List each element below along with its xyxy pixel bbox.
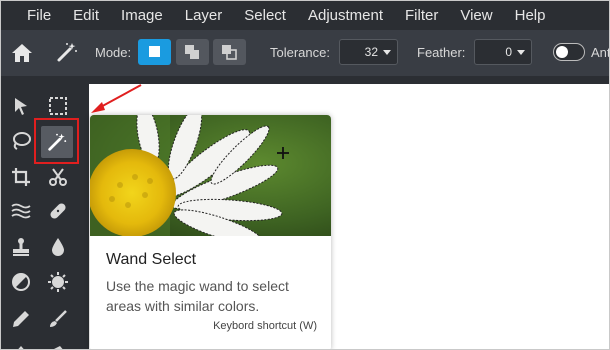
shape-icon xyxy=(18,346,24,349)
pointer-tool[interactable] xyxy=(7,92,35,120)
tools-panel xyxy=(1,76,79,349)
marquee-select-icon xyxy=(49,97,67,115)
clone-stamp-icon xyxy=(13,238,29,256)
menu-image[interactable]: Image xyxy=(110,1,174,30)
crop-tool[interactable] xyxy=(7,163,35,191)
brush-icon xyxy=(50,310,67,327)
mode-new-selection-button[interactable] xyxy=(138,39,171,65)
dodge-burn-icon xyxy=(12,273,30,291)
antialias-toggle[interactable] xyxy=(553,43,585,61)
mode-subtract-selection-button[interactable] xyxy=(213,39,246,65)
current-tool-wand-icon xyxy=(55,40,79,64)
marquee-tool[interactable] xyxy=(44,92,72,120)
subtract-selection-icon xyxy=(222,45,237,60)
menu-help[interactable]: Help xyxy=(504,1,557,30)
menu-view[interactable]: View xyxy=(449,1,503,30)
add-selection-icon xyxy=(185,45,199,59)
antialias-label: Ant xyxy=(591,45,610,60)
sponge-icon xyxy=(48,272,68,292)
liquify-icon xyxy=(11,203,31,219)
scissors-tool[interactable] xyxy=(44,163,72,191)
app-window: File Edit Image Layer Select Adjustment … xyxy=(0,0,610,350)
menu-bar: File Edit Image Layer Select Adjustment … xyxy=(1,1,609,30)
healing-tool[interactable] xyxy=(44,197,72,225)
toggle-knob xyxy=(556,46,568,58)
menu-layer[interactable]: Layer xyxy=(174,1,234,30)
menu-select[interactable]: Select xyxy=(233,1,297,30)
lasso-tool[interactable] xyxy=(7,127,35,155)
partial-tool-left[interactable] xyxy=(7,338,35,349)
feather-label: Feather: xyxy=(417,45,466,60)
new-selection-icon xyxy=(149,46,160,57)
chevron-down-icon xyxy=(517,49,525,55)
tooltip-title: Wand Select xyxy=(106,251,197,268)
blur-drop-icon xyxy=(52,238,64,256)
pointer-icon xyxy=(15,98,27,115)
menu-filter[interactable]: Filter xyxy=(394,1,449,30)
clone-stamp-tool[interactable] xyxy=(7,233,35,261)
pencil-tool[interactable] xyxy=(7,305,35,333)
daisy-preview-image xyxy=(90,115,331,236)
mode-add-selection-button[interactable] xyxy=(176,39,209,65)
home-icon xyxy=(12,44,32,62)
scissors-icon xyxy=(49,168,67,186)
menu-edit[interactable]: Edit xyxy=(62,1,110,30)
partial-tool-right[interactable] xyxy=(44,338,72,349)
mode-label: Mode: xyxy=(95,45,132,60)
menu-adjustment[interactable]: Adjustment xyxy=(297,1,394,30)
home-button[interactable] xyxy=(10,41,34,65)
tool-tooltip-card: Wand Select Use the magic wand to select… xyxy=(90,115,331,349)
sponge-tool[interactable] xyxy=(44,268,72,296)
chevron-down-icon xyxy=(383,49,391,55)
annotation-highlight-box xyxy=(34,118,79,164)
pencil-icon xyxy=(13,311,29,327)
tooltip-description: Use the magic wand to select areas with … xyxy=(106,278,289,314)
feather-value: 0 xyxy=(505,45,512,59)
brush-tool[interactable] xyxy=(44,305,72,333)
tolerance-label: Tolerance: xyxy=(270,45,330,60)
menu-file[interactable]: File xyxy=(1,1,62,30)
tooltip-shortcut: Keybord shortcut (W) xyxy=(213,320,317,332)
liquify-tool[interactable] xyxy=(7,197,35,225)
options-bar: Mode: Tolerance: 32 Feather: 0 Ant xyxy=(1,30,610,76)
fill-icon xyxy=(54,346,63,349)
blur-tool[interactable] xyxy=(44,233,72,261)
crop-icon xyxy=(12,168,30,186)
tolerance-value: 32 xyxy=(364,45,378,59)
dodge-burn-tool[interactable] xyxy=(7,268,35,296)
feather-dropdown[interactable]: 0 xyxy=(474,39,532,65)
tolerance-dropdown[interactable]: 32 xyxy=(339,39,398,65)
healing-bandage-icon xyxy=(50,203,66,219)
lasso-icon xyxy=(13,132,31,150)
